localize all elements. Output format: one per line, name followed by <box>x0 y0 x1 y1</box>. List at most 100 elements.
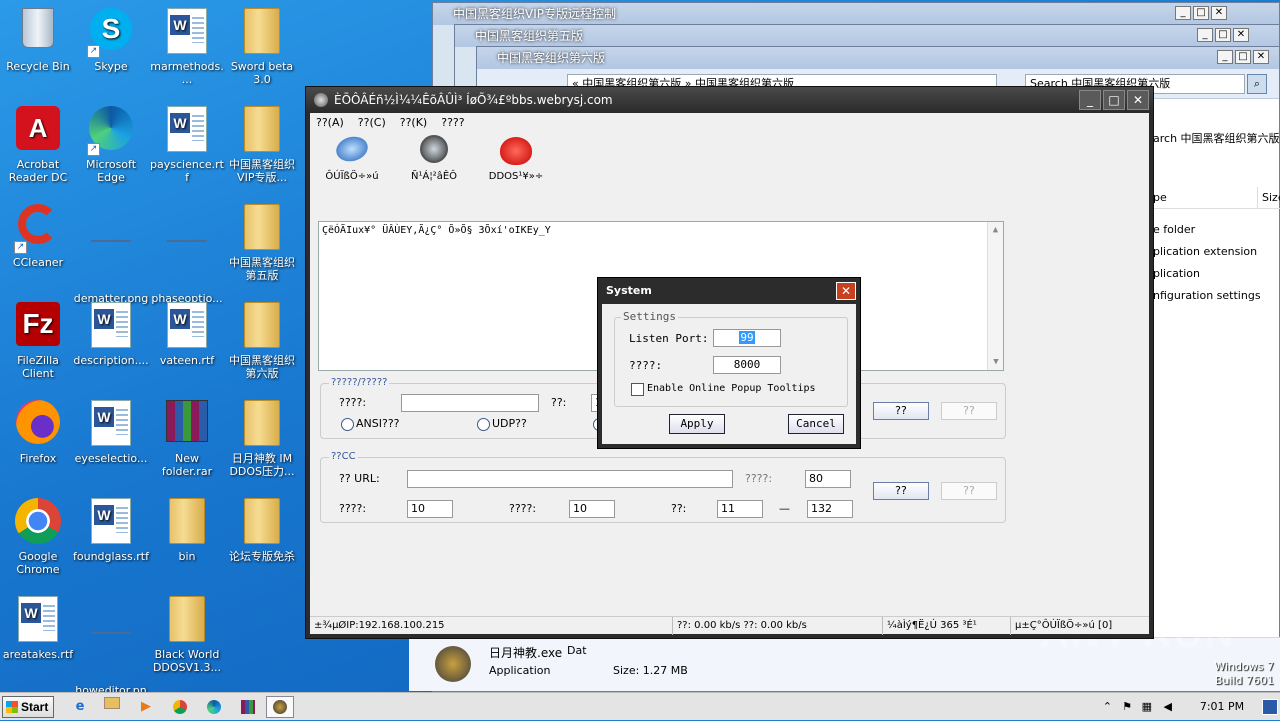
radio-label: UDP?? <box>492 417 527 430</box>
stop-button[interactable]: ?? <box>941 482 997 500</box>
system-dialog[interactable]: System ✕ Settings Listen Port: 99 ????: … <box>597 277 861 449</box>
menu-item[interactable]: ??(A) <box>316 113 344 133</box>
column-size[interactable]: Size <box>1257 187 1280 209</box>
apply-button[interactable]: Apply <box>669 414 725 434</box>
list-item[interactable]: nfiguration settings <box>1153 285 1261 307</box>
tray-expand-icon[interactable]: ⌃ <box>1103 693 1112 721</box>
list-item[interactable]: e folder <box>1153 219 1261 241</box>
app-taskbar-icon[interactable] <box>266 696 294 718</box>
minimize-button[interactable]: _ <box>1079 90 1101 110</box>
log-scrollbar[interactable]: ▲ ▼ <box>987 222 1003 370</box>
clock[interactable]: 7:01 PM <box>1192 693 1252 721</box>
details-date-label: Dat <box>567 644 587 657</box>
desktop-icon-sixth-edition[interactable]: 中国黑客组织第六版 <box>224 298 300 390</box>
image-icon <box>163 240 211 288</box>
start-button[interactable]: ?? <box>873 482 929 500</box>
checkbox-label: Enable Online Popup Tooltips <box>647 383 816 394</box>
desktop-icon-skype[interactable]: S ↗ Skype <box>73 4 149 96</box>
list-item[interactable]: plication <box>1153 263 1261 285</box>
desktop-icon-foundglass[interactable]: foundglass.rtf <box>73 494 149 586</box>
cancel-button[interactable]: Cancel <box>788 414 844 434</box>
desktop-icon-fifth-edition[interactable]: 中国黑客组织第五版 <box>224 200 300 292</box>
show-desktop-icon[interactable] <box>1262 699 1278 715</box>
tooltips-checkbox[interactable] <box>631 383 644 396</box>
threads-input[interactable]: 10 <box>407 500 453 518</box>
list-item[interactable]: plication extension <box>1153 241 1261 263</box>
maximize-button[interactable]: □ <box>1103 90 1125 110</box>
desktop-icon-chrome[interactable]: Google Chrome <box>0 494 76 586</box>
edge-icon: ↗ <box>87 106 135 156</box>
desktop-icon-description[interactable]: description.... <box>73 298 149 390</box>
menu-item[interactable]: ??(C) <box>358 113 386 133</box>
desktop-icon-label: marmethods.... <box>150 60 224 86</box>
minimize-button[interactable]: _ <box>1217 50 1233 64</box>
desktop-icon-forum-edition[interactable]: 论坛专版免杀 <box>224 494 300 586</box>
scroll-down-icon[interactable]: ▼ <box>988 354 1004 370</box>
search-icon[interactable]: ⌕ <box>1247 74 1267 94</box>
desktop-icon-label: bin <box>178 550 196 563</box>
close-button[interactable]: ✕ <box>836 282 856 300</box>
desktop-icon-eyeselection[interactable]: eyeselectio... <box>73 396 149 488</box>
port-input[interactable]: 80 <box>805 470 851 488</box>
start-button[interactable]: Start <box>2 696 54 718</box>
winrar-taskbar-icon[interactable] <box>234 696 262 718</box>
url-input[interactable] <box>407 470 733 488</box>
toolbar-ddos-button[interactable]: DDOS¹¥»÷ <box>484 133 548 182</box>
toolbar-online-hosts-button[interactable]: ÔÚÏßÖ÷»ú <box>320 133 384 182</box>
close-button[interactable]: ✕ <box>1253 50 1269 64</box>
desktop-icon-howeditor[interactable]: howeditor.png <box>73 592 149 692</box>
range-start-input[interactable]: 11 <box>717 500 763 518</box>
desktop-icon-phaseoption[interactable]: phaseoptio... <box>149 200 225 305</box>
desktop-icon-vateen[interactable]: vateen.rtf <box>149 298 225 390</box>
close-button[interactable]: ✕ <box>1211 6 1227 20</box>
menu-item[interactable]: ??(K) <box>400 113 427 133</box>
second-port-input[interactable]: 8000 <box>713 356 781 374</box>
interval-input[interactable]: 10 <box>569 500 615 518</box>
details-kind: Application <box>489 664 551 677</box>
desktop-icon-black-world[interactable]: Black World DDOSV1.3... <box>149 592 225 684</box>
maximize-button[interactable]: □ <box>1193 6 1209 20</box>
desktop-icon-dematter[interactable]: dematter.png <box>73 200 149 305</box>
range-end-input[interactable]: 132 <box>807 500 853 518</box>
close-button[interactable]: ✕ <box>1233 28 1249 42</box>
desktop-icon-acrobat[interactable]: A Acrobat Reader DC <box>0 102 76 194</box>
desktop-icon-edge[interactable]: ↗ Microsoft Edge <box>73 102 149 194</box>
desktop-icon-bin[interactable]: bin <box>149 494 225 586</box>
chrome-taskbar-icon[interactable] <box>166 696 194 718</box>
column-type[interactable]: pe <box>1153 187 1167 209</box>
explorer-icon[interactable] <box>98 696 126 718</box>
desktop-icon-ccleaner[interactable]: ↗ CCleaner <box>0 200 76 292</box>
volume-icon[interactable]: ◀ <box>1164 693 1172 721</box>
range-dash: — <box>779 502 790 515</box>
desktop-icon-vip-folder[interactable]: 中国黑客组织VIP专版... <box>224 102 300 194</box>
radio-ansi[interactable]: ANSI??? <box>341 417 400 431</box>
network-icon[interactable]: ▦ <box>1142 693 1152 721</box>
target-input[interactable] <box>401 394 539 412</box>
status-speed: ??: 0.00 kb/s ??: 0.00 kb/s <box>672 617 807 635</box>
desktop-icon-marmethods[interactable]: marmethods.... <box>149 4 225 96</box>
edge-taskbar-icon[interactable] <box>200 696 228 718</box>
maximize-button[interactable]: □ <box>1235 50 1251 64</box>
scroll-up-icon[interactable]: ▲ <box>988 222 1003 238</box>
toolbar-stress-test-button[interactable]: Ñ¹Á¦²âÊÔ <box>402 133 466 182</box>
listen-port-input[interactable]: 99 <box>713 329 781 347</box>
desktop-icon-rysj-ddos[interactable]: 日月神教 IM DDOS压力... <box>224 396 300 488</box>
ie-icon[interactable]: e <box>66 696 94 718</box>
desktop-icon-payscience[interactable]: payscience.rtf <box>149 102 225 194</box>
maximize-button[interactable]: □ <box>1215 28 1231 42</box>
desktop-icon-firefox[interactable]: Firefox <box>0 396 76 488</box>
desktop-icon-new-folder-rar[interactable]: New folder.rar <box>149 396 225 488</box>
minimize-button[interactable]: _ <box>1175 6 1191 20</box>
desktop-icon-filezilla[interactable]: Fz FileZilla Client <box>0 298 76 390</box>
minimize-button[interactable]: _ <box>1197 28 1213 42</box>
stop-button[interactable]: ?? <box>941 402 997 420</box>
desktop-icon-recycle-bin[interactable]: Recycle Bin <box>0 4 76 96</box>
flag-icon[interactable]: ⚑ <box>1122 693 1132 721</box>
desktop-icon-areatakes[interactable]: areatakes.rtf <box>0 592 76 684</box>
close-button[interactable]: ✕ <box>1127 90 1149 110</box>
radio-udp[interactable]: UDP?? <box>477 417 527 431</box>
desktop-icon-sword-beta[interactable]: Sword beta 3.0 <box>224 4 300 96</box>
start-button[interactable]: ?? <box>873 402 929 420</box>
media-player-icon[interactable]: ▶ <box>132 696 160 718</box>
menu-item[interactable]: ???? <box>441 113 464 133</box>
